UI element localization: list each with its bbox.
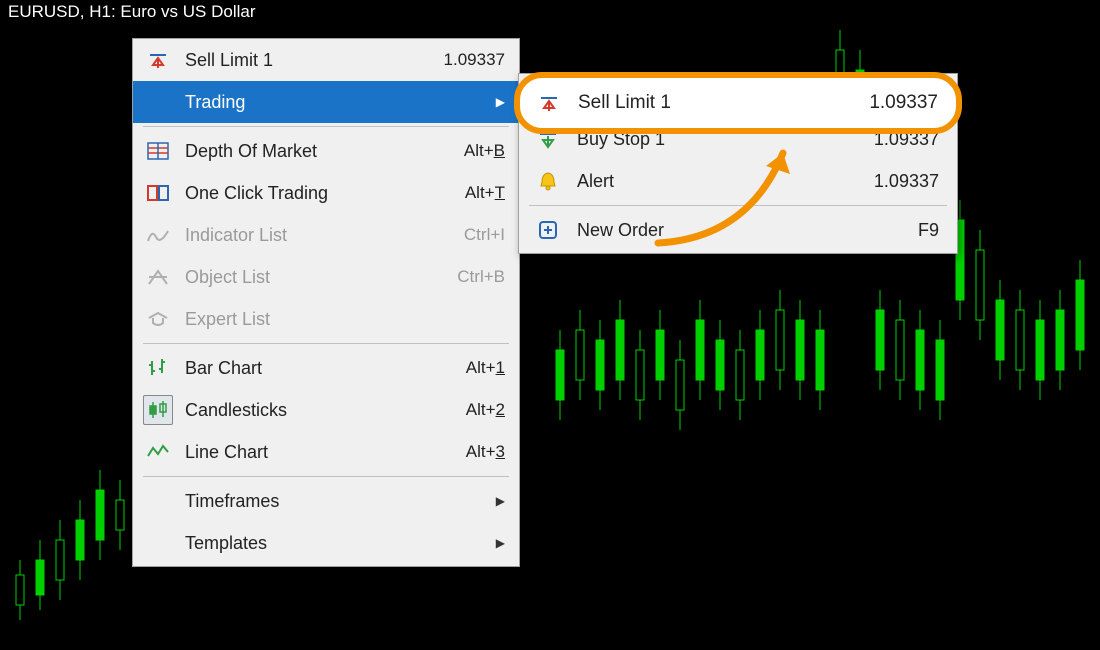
menu-value: 1.09337 [444, 50, 505, 70]
menu-label: Timeframes [185, 491, 488, 512]
one-click-trading-icon [143, 178, 173, 208]
menu-item-one-click-trading[interactable]: One Click Trading Alt+T [133, 172, 519, 214]
menu-item-bar-chart[interactable]: Bar Chart Alt+1 [133, 347, 519, 389]
menu-label: Indicator List [185, 225, 464, 246]
callout-value: 1.09337 [869, 92, 938, 114]
sell-limit-icon [143, 45, 173, 75]
menu-label: One Click Trading [185, 183, 465, 204]
menu-label: Object List [185, 267, 457, 288]
menu-item-depth-of-market[interactable]: Depth Of Market Alt+B [133, 130, 519, 172]
menu-label: Candlesticks [185, 400, 466, 421]
menu-item-indicator-list: Indicator List Ctrl+I [133, 214, 519, 256]
submenu-arrow-icon: ▶ [496, 494, 505, 508]
submenu-item-alert[interactable]: Alert 1.09337 [519, 160, 957, 202]
menu-shortcut: Ctrl+B [457, 267, 505, 287]
menu-shortcut: Alt+B [464, 141, 505, 161]
object-list-icon [143, 262, 173, 292]
blank-icon [143, 528, 173, 558]
menu-shortcut: Alt+3 [466, 442, 505, 462]
highlight-callout: Sell Limit 1 1.09337 [514, 72, 962, 134]
blank-icon [143, 87, 173, 117]
menu-separator [143, 126, 509, 127]
menu-label: Bar Chart [185, 358, 466, 379]
menu-separator [143, 476, 509, 477]
new-order-icon [533, 215, 563, 245]
menu-shortcut: Ctrl+I [464, 225, 505, 245]
chart-context-menu: Sell Limit 1 1.09337 Trading ▶ Depth Of … [132, 38, 520, 567]
menu-item-line-chart[interactable]: Line Chart Alt+3 [133, 431, 519, 473]
candlesticks-icon [143, 395, 173, 425]
submenu-shortcut: F9 [918, 220, 939, 241]
menu-shortcut: Alt+T [465, 183, 505, 203]
indicator-list-icon [143, 220, 173, 250]
bar-chart-icon [143, 353, 173, 383]
menu-label: Expert List [185, 309, 505, 330]
submenu-value: 1.09337 [874, 171, 939, 192]
menu-item-candlesticks[interactable]: Candlesticks Alt+2 [133, 389, 519, 431]
alert-bell-icon [533, 166, 563, 196]
menu-separator [529, 205, 947, 206]
menu-item-expert-list: Expert List [133, 298, 519, 340]
menu-label: Trading [185, 92, 488, 113]
menu-label: Depth Of Market [185, 141, 464, 162]
chart-title: EURUSD, H1: Euro vs US Dollar [0, 0, 264, 24]
menu-separator [143, 343, 509, 344]
submenu-label: Alert [577, 171, 874, 192]
blank-icon [143, 486, 173, 516]
menu-item-timeframes[interactable]: Timeframes ▶ [133, 480, 519, 522]
submenu-arrow-icon: ▶ [496, 536, 505, 550]
depth-of-market-icon [143, 136, 173, 166]
menu-item-sell-limit[interactable]: Sell Limit 1 1.09337 [133, 39, 519, 81]
submenu-label: New Order [577, 220, 918, 241]
menu-label: Sell Limit 1 [185, 50, 444, 71]
menu-label: Line Chart [185, 442, 466, 463]
line-chart-icon [143, 437, 173, 467]
submenu-arrow-icon: ▶ [496, 95, 505, 109]
sell-limit-icon [534, 88, 564, 118]
menu-shortcut: Alt+2 [466, 400, 505, 420]
menu-item-trading[interactable]: Trading ▶ [133, 81, 519, 123]
expert-list-icon [143, 304, 173, 334]
menu-label: Templates [185, 533, 488, 554]
callout-label: Sell Limit 1 [578, 92, 869, 114]
menu-item-templates[interactable]: Templates ▶ [133, 522, 519, 564]
submenu-item-new-order[interactable]: New Order F9 [519, 209, 957, 251]
menu-shortcut: Alt+1 [466, 358, 505, 378]
menu-item-object-list: Object List Ctrl+B [133, 256, 519, 298]
